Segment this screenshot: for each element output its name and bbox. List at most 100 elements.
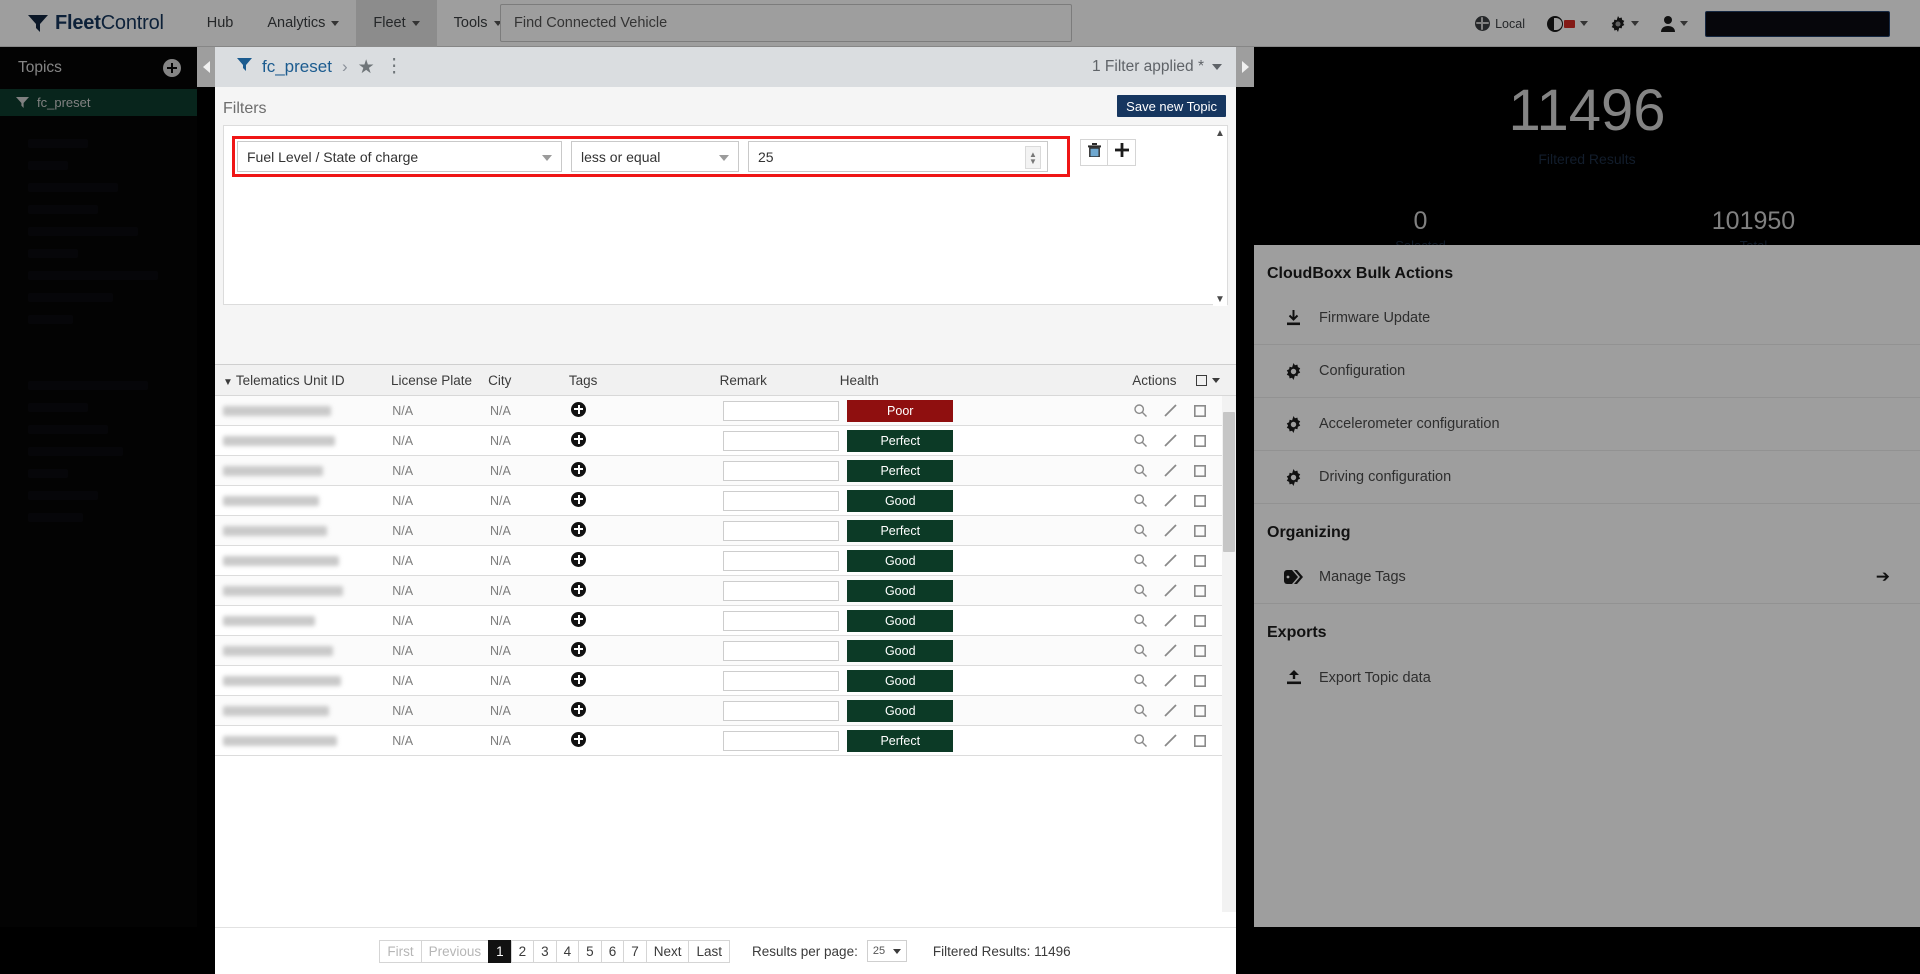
search-icon[interactable] bbox=[1134, 704, 1147, 717]
pencil-icon[interactable] bbox=[1164, 644, 1177, 657]
table-row[interactable]: N/A N/A Good bbox=[215, 546, 1236, 576]
user-menu[interactable] bbox=[1650, 0, 1699, 47]
table-row[interactable]: N/A N/A Good bbox=[215, 606, 1236, 636]
checkbox-icon[interactable] bbox=[1194, 734, 1206, 747]
column-header-telematics-unit-id[interactable]: ▼ Telematics Unit ID bbox=[215, 373, 383, 388]
more-vertical-icon[interactable]: ⋮ bbox=[385, 57, 404, 76]
column-header-remark[interactable]: Remark bbox=[712, 373, 832, 388]
table-row[interactable]: N/A N/A Good bbox=[215, 666, 1236, 696]
brand-logo[interactable]: FleetControl bbox=[28, 12, 164, 35]
action-firmware-update[interactable]: Firmware Update bbox=[1254, 292, 1920, 345]
collapse-right-panel-button[interactable] bbox=[1236, 47, 1254, 87]
table-row[interactable]: N/A N/A Good bbox=[215, 636, 1236, 666]
page-button-3[interactable]: 3 bbox=[533, 939, 557, 963]
filter-value-input[interactable]: 25 ▲ ▼ bbox=[748, 141, 1048, 172]
chevron-down-icon[interactable] bbox=[1211, 377, 1220, 383]
page-button-1[interactable]: 1 bbox=[488, 939, 512, 963]
add-tag-icon[interactable] bbox=[571, 491, 587, 507]
nav-fleet[interactable]: Fleet bbox=[356, 0, 437, 47]
action-driving-configuration[interactable]: Driving configuration bbox=[1254, 451, 1920, 504]
page-next-button[interactable]: Next bbox=[645, 939, 690, 963]
page-button-5[interactable]: 5 bbox=[578, 939, 602, 963]
checkbox-icon[interactable] bbox=[1194, 584, 1206, 597]
column-settings[interactable] bbox=[1188, 374, 1236, 386]
pencil-icon[interactable] bbox=[1164, 674, 1177, 687]
column-header-health[interactable]: Health bbox=[832, 373, 1125, 388]
search-icon[interactable] bbox=[1134, 434, 1147, 447]
search-icon[interactable] bbox=[1134, 674, 1147, 687]
remark-input[interactable] bbox=[723, 700, 840, 721]
pencil-icon[interactable] bbox=[1164, 614, 1177, 627]
save-new-topic-button[interactable]: Save new Topic bbox=[1117, 95, 1226, 117]
action-configuration[interactable]: Configuration bbox=[1254, 345, 1920, 398]
select-all-icon[interactable] bbox=[1195, 374, 1207, 386]
remark-input[interactable] bbox=[723, 430, 840, 451]
search-icon[interactable] bbox=[1134, 404, 1147, 417]
add-tag-icon[interactable] bbox=[571, 671, 587, 687]
remark-input[interactable] bbox=[723, 460, 840, 481]
collapse-left-panel-button[interactable] bbox=[197, 47, 215, 87]
pencil-icon[interactable] bbox=[1164, 464, 1177, 477]
pencil-icon[interactable] bbox=[1164, 734, 1177, 747]
action-export-topic-data[interactable]: Export Topic data bbox=[1254, 651, 1920, 704]
remark-input[interactable] bbox=[723, 400, 840, 421]
add-tag-icon[interactable] bbox=[571, 431, 587, 447]
remark-input[interactable] bbox=[723, 520, 840, 541]
remark-input[interactable] bbox=[723, 670, 840, 691]
pencil-icon[interactable] bbox=[1164, 554, 1177, 567]
table-row[interactable]: N/A N/A Good bbox=[215, 696, 1236, 726]
search-icon[interactable] bbox=[1134, 464, 1147, 477]
pencil-icon[interactable] bbox=[1164, 434, 1177, 447]
remark-input[interactable] bbox=[723, 730, 840, 751]
remark-input[interactable] bbox=[723, 550, 840, 571]
checkbox-icon[interactable] bbox=[1194, 524, 1206, 537]
stepper-down-icon[interactable]: ▼ bbox=[1029, 157, 1037, 165]
settings-menu[interactable] bbox=[1599, 0, 1650, 47]
column-header-tags[interactable]: Tags bbox=[561, 373, 712, 388]
locale-selector[interactable]: Local bbox=[1464, 0, 1536, 47]
page-last-button[interactable]: Last bbox=[688, 939, 731, 963]
pencil-icon[interactable] bbox=[1164, 584, 1177, 597]
table-vertical-scrollbar[interactable] bbox=[1222, 396, 1236, 912]
nav-hub[interactable]: Hub bbox=[190, 0, 251, 47]
add-topic-icon[interactable] bbox=[163, 59, 181, 77]
add-tag-icon[interactable] bbox=[571, 521, 587, 537]
remark-input[interactable] bbox=[723, 580, 840, 601]
scroll-up-icon[interactable]: ▲ bbox=[1213, 126, 1227, 140]
add-tag-icon[interactable] bbox=[571, 611, 587, 627]
table-row[interactable]: N/A N/A Perfect bbox=[215, 726, 1236, 756]
search-icon[interactable] bbox=[1134, 644, 1147, 657]
checkbox-icon[interactable] bbox=[1194, 464, 1206, 477]
search-icon[interactable] bbox=[1134, 584, 1147, 597]
checkbox-icon[interactable] bbox=[1194, 494, 1206, 507]
sidebar-item-fc-preset[interactable]: fc_preset bbox=[0, 89, 197, 116]
account-button[interactable] bbox=[1705, 10, 1890, 37]
pencil-icon[interactable] bbox=[1164, 404, 1177, 417]
search-input[interactable] bbox=[500, 4, 1072, 42]
search-icon[interactable] bbox=[1134, 554, 1147, 567]
filter-panel-scrollbar[interactable]: ▲ ▼ bbox=[1213, 126, 1227, 306]
remark-input[interactable] bbox=[723, 640, 840, 661]
filter-applied-dropdown[interactable]: 1 Filter applied * bbox=[1092, 58, 1222, 76]
page-button-4[interactable]: 4 bbox=[555, 939, 580, 963]
page-button-2[interactable]: 2 bbox=[510, 939, 535, 963]
page-button-7[interactable]: 7 bbox=[623, 939, 647, 963]
number-stepper[interactable]: ▲ ▼ bbox=[1025, 146, 1041, 169]
page-first-button[interactable]: First bbox=[379, 939, 422, 963]
checkbox-icon[interactable] bbox=[1194, 404, 1206, 417]
checkbox-icon[interactable] bbox=[1194, 614, 1206, 627]
search-icon[interactable] bbox=[1134, 494, 1147, 507]
results-per-page-select[interactable]: 25 bbox=[866, 940, 907, 962]
action-accelerometer-configuration[interactable]: Accelerometer configuration bbox=[1254, 398, 1920, 451]
remark-input[interactable] bbox=[723, 610, 840, 631]
table-row[interactable]: N/A N/A Perfect bbox=[215, 456, 1236, 486]
add-tag-icon[interactable] bbox=[571, 581, 587, 597]
table-row[interactable]: N/A N/A Poor bbox=[215, 396, 1236, 426]
add-tag-icon[interactable] bbox=[571, 401, 587, 417]
pencil-icon[interactable] bbox=[1164, 704, 1177, 717]
add-tag-icon[interactable] bbox=[571, 641, 587, 657]
filter-field-select[interactable]: Fuel Level / State of charge bbox=[237, 141, 562, 172]
checkbox-icon[interactable] bbox=[1194, 674, 1206, 687]
add-tag-icon[interactable] bbox=[571, 731, 587, 747]
add-tag-icon[interactable] bbox=[571, 461, 587, 477]
